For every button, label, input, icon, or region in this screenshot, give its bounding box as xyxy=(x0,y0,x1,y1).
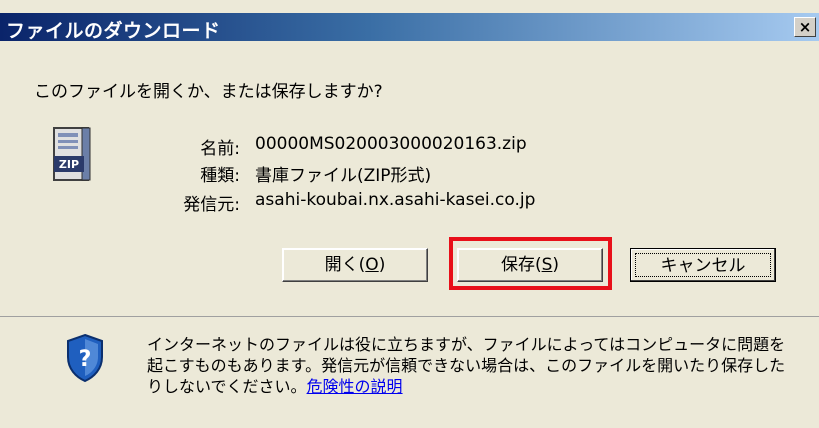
open-button-suffix: ) xyxy=(378,255,386,275)
svg-text:?: ? xyxy=(79,347,92,372)
source-label: 発信元: xyxy=(183,195,240,215)
security-shield-question-icon: ? xyxy=(67,333,103,383)
file-download-dialog: ファイルのダウンロード × このファイルを開くか、または保存しますか? ZIP … xyxy=(0,0,819,428)
open-button-label: 開く( xyxy=(324,255,366,275)
download-question: このファイルを開くか、または保存しますか? xyxy=(34,82,383,102)
file-source-value: asahi-koubai.nx.asahi-kasei.co.jp xyxy=(255,190,536,210)
window-title: ファイルのダウンロード xyxy=(6,20,221,42)
zip-file-icon: ZIP xyxy=(53,127,91,181)
risk-explanation-link[interactable]: 危険性の説明 xyxy=(307,377,403,396)
open-button[interactable]: 開く(O) xyxy=(282,248,428,282)
cancel-button-label: キャンセル xyxy=(635,253,771,277)
file-type-value: 書庫ファイル(ZIP形式) xyxy=(255,166,432,186)
cancel-button[interactable]: キャンセル xyxy=(630,248,776,282)
type-label: 種類: xyxy=(200,166,240,186)
file-name-value: 00000MS020003000020163.zip xyxy=(255,134,527,154)
name-label: 名前: xyxy=(200,139,240,159)
zip-icon-label: ZIP xyxy=(59,158,79,171)
open-button-key: O xyxy=(365,255,379,275)
close-button[interactable]: × xyxy=(794,17,816,37)
title-bar[interactable]: ファイルのダウンロード × xyxy=(0,13,819,42)
save-button-highlight xyxy=(449,237,612,290)
warning-message: インターネットのファイルは役に立ちますが、ファイルによってはコンピュータに問題を… xyxy=(147,334,797,397)
warning-text: インターネットのファイルは役に立ちますが、ファイルによってはコンピュータに問題を… xyxy=(147,335,786,396)
